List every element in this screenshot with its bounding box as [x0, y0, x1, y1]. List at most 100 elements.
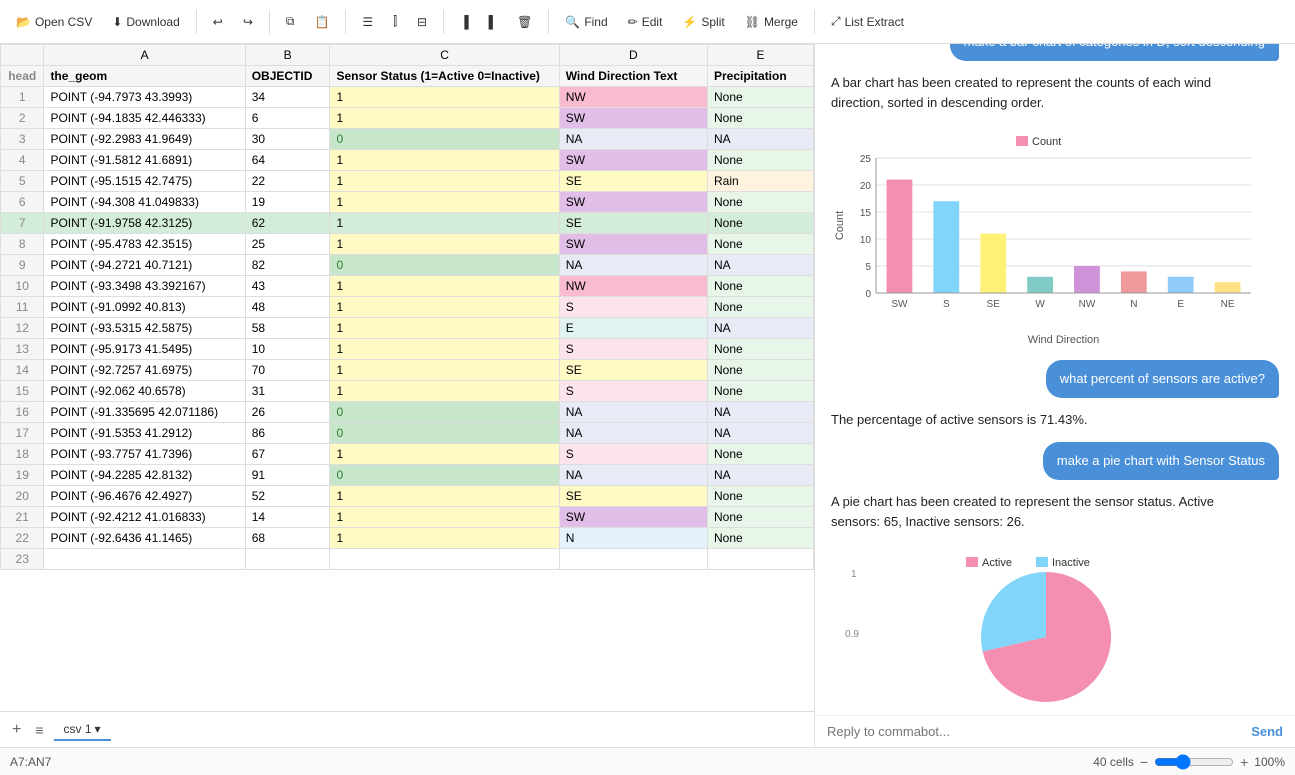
cell-objectid[interactable]: 25 [245, 234, 330, 255]
cell-sensor-status[interactable]: 1 [330, 318, 559, 339]
cell-sensor-status[interactable]: 1 [330, 171, 559, 192]
edit-button[interactable]: ✏ Edit [620, 11, 671, 33]
col-header-e[interactable]: E [708, 45, 814, 66]
cell-precipitation[interactable]: None [708, 507, 814, 528]
table-row[interactable]: 18POINT (-93.7757 41.7396)671SNone [1, 444, 814, 465]
cell-sensor-status[interactable]: 0 [330, 129, 559, 150]
cell-precipitation[interactable]: None [708, 213, 814, 234]
cell-sensor-status[interactable]: 1 [330, 444, 559, 465]
cell-geom[interactable]: POINT (-94.2721 40.7121) [44, 255, 245, 276]
cell-geom[interactable]: POINT (-92.4212 41.016833) [44, 507, 245, 528]
cell-geom[interactable]: POINT (-92.2983 41.9649) [44, 129, 245, 150]
cell-geom[interactable]: POINT (-94.308 41.049833) [44, 192, 245, 213]
cell-sensor-status[interactable]: 1 [330, 192, 559, 213]
cell-geom[interactable]: POINT (-93.5315 42.5875) [44, 318, 245, 339]
cell-precipitation[interactable]: None [708, 150, 814, 171]
cell-sensor-status[interactable]: 1 [330, 234, 559, 255]
copy-button[interactable]: ⧉ [278, 10, 303, 33]
cell-sensor-status[interactable] [330, 549, 559, 570]
cell-sensor-status[interactable]: 0 [330, 255, 559, 276]
table-row[interactable]: 16POINT (-91.335695 42.071186)260NANA [1, 402, 814, 423]
cell-sensor-status[interactable]: 1 [330, 87, 559, 108]
cell-precipitation[interactable]: None [708, 486, 814, 507]
cell-precipitation[interactable]: None [708, 234, 814, 255]
cell-geom[interactable]: POINT (-95.9173 41.5495) [44, 339, 245, 360]
col-header-d[interactable]: D [559, 45, 707, 66]
table-row[interactable]: 14POINT (-92.7257 41.6975)701SENone [1, 360, 814, 381]
cell-precipitation[interactable]: None [708, 381, 814, 402]
cell-geom[interactable]: POINT (-91.5353 41.2912) [44, 423, 245, 444]
col-header-c[interactable]: C [330, 45, 559, 66]
cell-geom[interactable]: POINT (-91.5812 41.6891) [44, 150, 245, 171]
cell-sensor-status[interactable]: 0 [330, 402, 559, 423]
cell-objectid[interactable]: 43 [245, 276, 330, 297]
find-button[interactable]: 🔍 Find [557, 11, 615, 33]
cell-precipitation[interactable]: None [708, 297, 814, 318]
cell-precipitation[interactable] [708, 549, 814, 570]
cell-sensor-status[interactable]: 1 [330, 213, 559, 234]
chat-input[interactable] [827, 724, 1243, 739]
cell-wind-direction[interactable]: NW [559, 87, 707, 108]
cell-sensor-status[interactable]: 1 [330, 528, 559, 549]
cell-geom[interactable]: POINT (-91.335695 42.071186) [44, 402, 245, 423]
table-row[interactable]: 9POINT (-94.2721 40.7121)820NANA [1, 255, 814, 276]
cell-objectid[interactable]: 67 [245, 444, 330, 465]
table-row[interactable]: 7POINT (-91.9758 42.3125)621SENone [1, 213, 814, 234]
table-row[interactable]: 5POINT (-95.1515 42.7475)221SERain [1, 171, 814, 192]
filter-button[interactable]: ⊟ [409, 11, 435, 33]
cell-precipitation[interactable]: NA [708, 402, 814, 423]
cell-wind-direction[interactable]: SW [559, 108, 707, 129]
cell-geom[interactable]: POINT (-92.6436 41.1465) [44, 528, 245, 549]
cell-wind-direction[interactable]: SW [559, 507, 707, 528]
cell-precipitation[interactable]: None [708, 108, 814, 129]
cell-geom[interactable]: POINT (-96.4676 42.4927) [44, 486, 245, 507]
cell-sensor-status[interactable]: 1 [330, 339, 559, 360]
cell-geom[interactable]: POINT (-91.0992 40.813) [44, 297, 245, 318]
table-row[interactable]: 10POINT (-93.3498 43.392167)431NWNone [1, 276, 814, 297]
zoom-out-button[interactable]: − [1140, 754, 1148, 770]
cell-wind-direction[interactable]: SE [559, 213, 707, 234]
cell-wind-direction[interactable]: NW [559, 276, 707, 297]
cell-precipitation[interactable]: None [708, 360, 814, 381]
table-row[interactable]: 21POINT (-92.4212 41.016833)141SWNone [1, 507, 814, 528]
table-row[interactable]: 13POINT (-95.9173 41.5495)101SNone [1, 339, 814, 360]
cell-wind-direction[interactable]: NA [559, 423, 707, 444]
cell-precipitation[interactable]: None [708, 192, 814, 213]
clipboard-button[interactable]: 📋 [306, 11, 337, 33]
cell-precipitation[interactable]: None [708, 276, 814, 297]
cell-geom[interactable]: POINT (-94.2285 42.8132) [44, 465, 245, 486]
cell-precipitation[interactable]: None [708, 339, 814, 360]
tab-menu-button[interactable]: ≡ [31, 720, 47, 740]
cell-geom[interactable]: POINT (-95.4783 42.3515) [44, 234, 245, 255]
cell-precipitation[interactable]: None [708, 444, 814, 465]
cell-wind-direction[interactable]: NA [559, 129, 707, 150]
table-row[interactable]: 4POINT (-91.5812 41.6891)641SWNone [1, 150, 814, 171]
row-format-button[interactable]: ☰ [354, 11, 381, 33]
cell-precipitation[interactable]: NA [708, 465, 814, 486]
cell-precipitation[interactable]: NA [708, 423, 814, 444]
cell-sensor-status[interactable]: 1 [330, 150, 559, 171]
cell-geom[interactable] [44, 549, 245, 570]
cell-sensor-status[interactable]: 1 [330, 381, 559, 402]
csv-tab[interactable]: csv 1 ▾ [54, 719, 111, 741]
cell-precipitation[interactable]: None [708, 528, 814, 549]
open-csv-button[interactable]: 📂 Open CSV [8, 11, 100, 33]
cell-geom[interactable]: POINT (-92.7257 41.6975) [44, 360, 245, 381]
cell-precipitation[interactable]: NA [708, 318, 814, 339]
zoom-slider[interactable] [1154, 754, 1234, 770]
freeze-left-button[interactable]: ▐ [452, 11, 477, 33]
cell-wind-direction[interactable]: SE [559, 486, 707, 507]
cell-sensor-status[interactable]: 1 [330, 276, 559, 297]
cell-objectid[interactable]: 30 [245, 129, 330, 150]
cell-objectid[interactable]: 31 [245, 381, 330, 402]
cell-geom[interactable]: POINT (-95.1515 42.7475) [44, 171, 245, 192]
send-button[interactable]: Send [1251, 724, 1283, 739]
cell-objectid[interactable]: 26 [245, 402, 330, 423]
undo-button[interactable]: ↩ [205, 11, 231, 33]
cell-wind-direction[interactable]: SE [559, 171, 707, 192]
cell-objectid[interactable]: 10 [245, 339, 330, 360]
table-row[interactable]: 6POINT (-94.308 41.049833)191SWNone [1, 192, 814, 213]
cell-wind-direction[interactable]: SE [559, 360, 707, 381]
cell-wind-direction[interactable]: NA [559, 255, 707, 276]
cell-geom[interactable]: POINT (-94.1835 42.446333) [44, 108, 245, 129]
